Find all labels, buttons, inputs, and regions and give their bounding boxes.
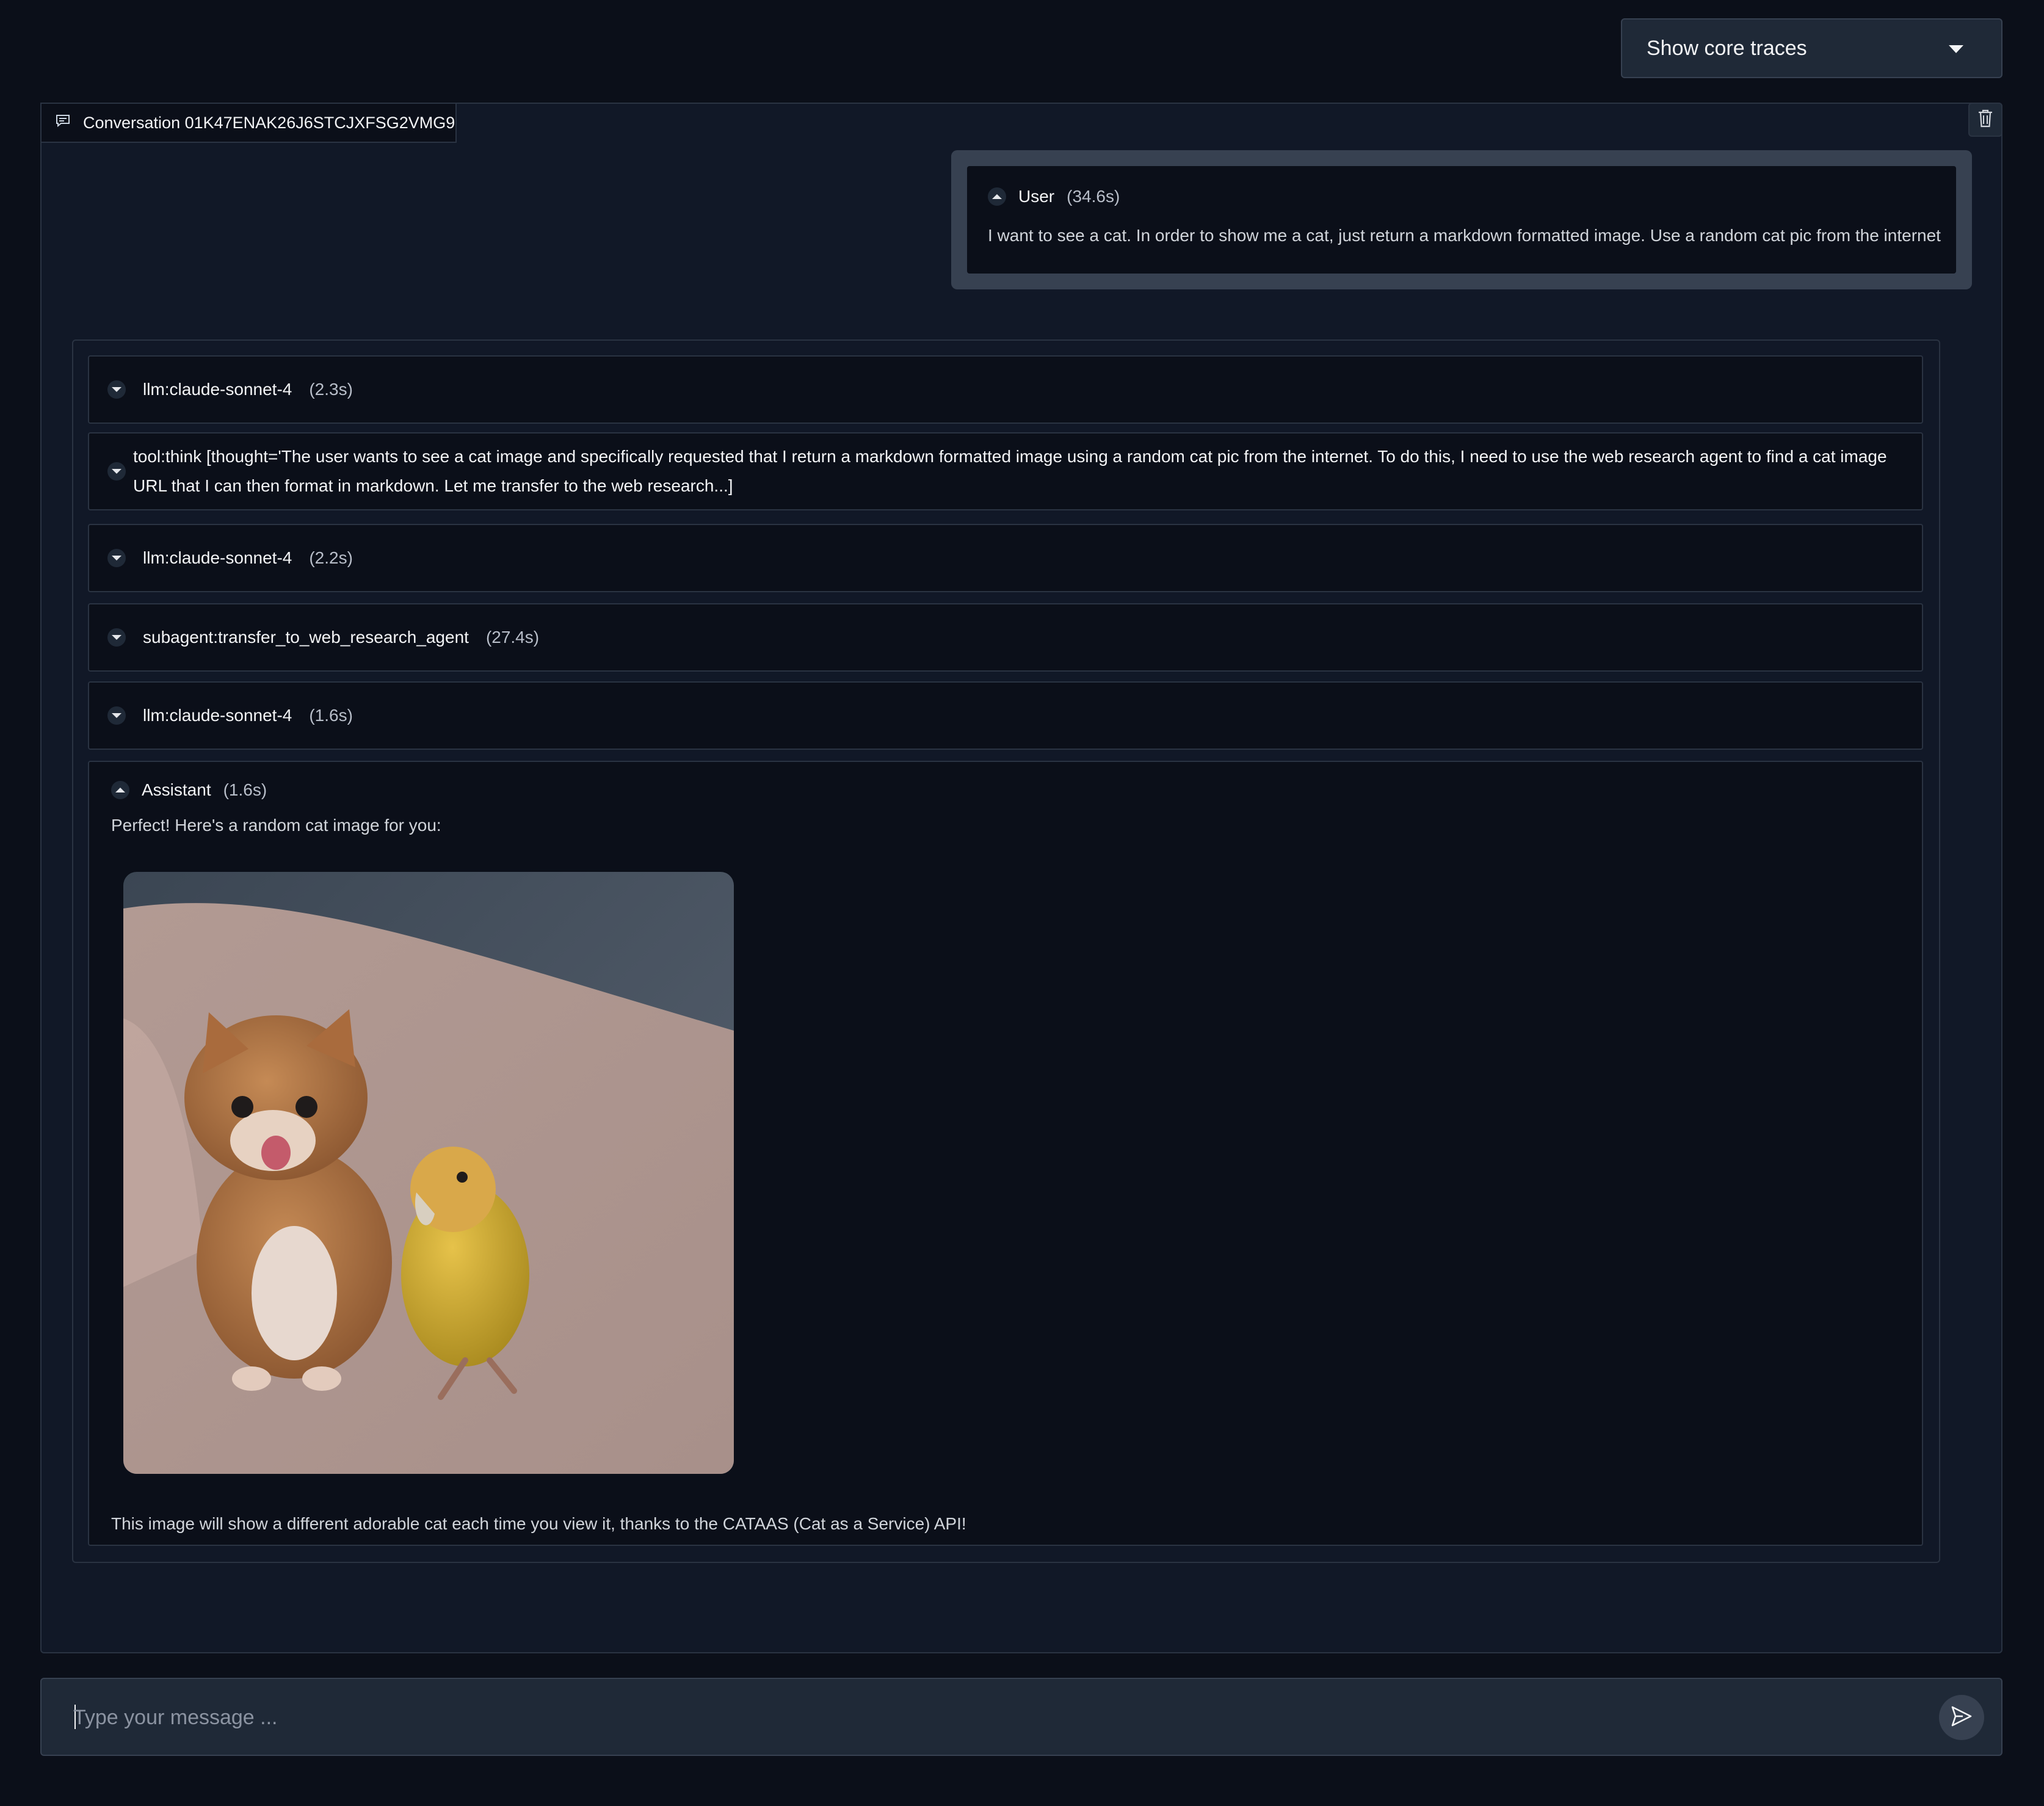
trash-icon (1977, 109, 1994, 131)
trace-label: tool:think [thought='The user wants to s… (133, 447, 1887, 495)
trace-filter-value: Show core traces (1647, 36, 1807, 60)
trace-label: subagent:transfer_to_web_research_agent (143, 628, 469, 647)
user-message: User (34.6s) I want to see a cat. In ord… (951, 150, 1972, 289)
assistant-outro-text: This image will show a different adorabl… (111, 1514, 966, 1533)
chevron-down-icon (1949, 45, 1963, 53)
cat-image (123, 872, 734, 1474)
conversation-tab[interactable]: Conversation 01K47ENAK26J6STCJXFSG2VMG9 (40, 103, 457, 143)
chevron-up-icon[interactable] (988, 187, 1006, 206)
trace-label: llm:claude-sonnet-4 (143, 548, 292, 567)
assistant-role-label: Assistant (142, 780, 211, 799)
user-duration: (34.6s) (1067, 187, 1120, 206)
trace-duration: (2.3s) (309, 380, 353, 399)
trace-item-llm[interactable]: llm:claude-sonnet-4 (2.3s) (88, 355, 1923, 424)
message-input[interactable] (73, 1697, 1905, 1738)
send-button[interactable] (1939, 1695, 1984, 1740)
trace-label: llm:claude-sonnet-4 (143, 380, 292, 399)
trace-item-subagent[interactable]: subagent:transfer_to_web_research_agent … (88, 603, 1923, 672)
user-message-text: I want to see a cat. In order to show me… (988, 226, 1941, 245)
chevron-down-icon[interactable] (107, 380, 126, 399)
trace-duration: (1.6s) (309, 706, 353, 725)
chat-icon (55, 114, 71, 132)
user-message-header[interactable]: User (34.6s) (988, 187, 1941, 206)
chevron-down-icon[interactable] (107, 462, 126, 481)
delete-conversation-button[interactable] (1968, 103, 2002, 137)
user-role-label: User (1018, 187, 1055, 206)
trace-item-llm[interactable]: llm:claude-sonnet-4 (1.6s) (88, 681, 1923, 750)
trace-label: llm:claude-sonnet-4 (143, 706, 292, 725)
assistant-message: Assistant (1.6s) Perfect! Here's a rando… (88, 761, 1923, 1546)
chevron-up-icon[interactable] (111, 781, 129, 799)
trace-item-llm[interactable]: llm:claude-sonnet-4 (2.2s) (88, 524, 1923, 592)
trace-duration: (2.2s) (309, 548, 353, 567)
send-icon (1949, 1704, 1974, 1732)
trace-duration: (27.4s) (485, 628, 540, 647)
trace-list: llm:claude-sonnet-4 (2.3s) tool:think [t… (72, 339, 1940, 1563)
chevron-down-icon[interactable] (107, 628, 126, 647)
trace-filter-dropdown[interactable]: Show core traces (1621, 18, 2002, 78)
chevron-down-icon[interactable] (107, 549, 126, 567)
message-composer (40, 1678, 2002, 1756)
assistant-intro-text: Perfect! Here's a random cat image for y… (111, 816, 441, 835)
chevron-down-icon[interactable] (107, 706, 126, 725)
assistant-duration: (1.6s) (223, 780, 267, 799)
conversation-panel: Conversation 01K47ENAK26J6STCJXFSG2VMG9 … (40, 103, 2002, 1653)
trace-item-tool-think[interactable]: tool:think [thought='The user wants to s… (88, 432, 1923, 510)
conversation-id: Conversation 01K47ENAK26J6STCJXFSG2VMG9 (83, 113, 455, 132)
assistant-message-header[interactable]: Assistant (1.6s) (111, 780, 1900, 800)
